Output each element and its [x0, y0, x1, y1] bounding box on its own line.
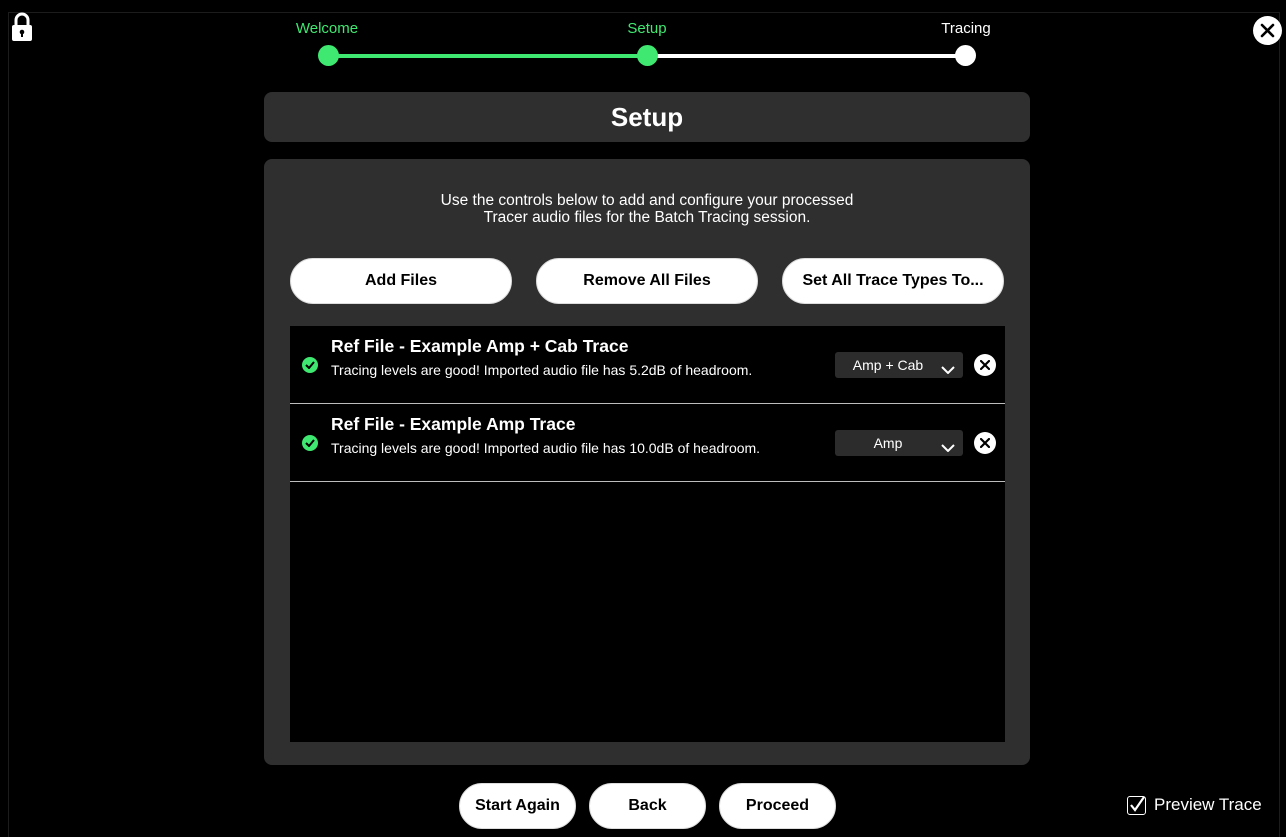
lock-icon[interactable]: [11, 12, 33, 42]
step-dot-tracing[interactable]: [955, 45, 976, 66]
add-files-button[interactable]: Add Files: [290, 258, 512, 304]
set-all-trace-types-button[interactable]: Set All Trace Types To...: [782, 258, 1004, 304]
close-window-button[interactable]: [1253, 16, 1282, 45]
file-row: Ref File - Example Amp + Cab Trace Traci…: [290, 326, 1005, 404]
setup-panel: Use the controls below to add and config…: [264, 159, 1030, 765]
step-label-welcome: Welcome: [295, 20, 359, 37]
start-again-button[interactable]: Start Again: [459, 783, 576, 829]
remove-all-files-button[interactable]: Remove All Files: [536, 258, 758, 304]
check-circle-icon: [302, 357, 318, 373]
back-button[interactable]: Back: [589, 783, 706, 829]
remove-file-button[interactable]: [974, 432, 996, 454]
remove-file-button[interactable]: [974, 354, 996, 376]
stepper-line-remaining: [648, 54, 966, 58]
instructions-line-2: Tracer audio files for the Batch Tracing…: [483, 209, 811, 226]
step-dot-setup[interactable]: [637, 45, 658, 66]
chevron-down-icon: [941, 361, 955, 379]
file-status: Tracing levels are good! Imported audio …: [331, 440, 761, 456]
instructions: Use the controls below to add and config…: [264, 192, 1030, 226]
page-title-bar: Setup: [264, 92, 1030, 142]
proceed-button[interactable]: Proceed: [719, 783, 836, 829]
trace-type-value: Amp: [873, 435, 903, 451]
step-label-setup: Setup: [627, 20, 667, 37]
file-list: Ref File - Example Amp + Cab Trace Traci…: [290, 326, 1005, 742]
checkbox-icon[interactable]: [1127, 795, 1146, 815]
preview-trace-label: Preview Trace: [1154, 795, 1262, 814]
chevron-down-icon: [941, 439, 955, 457]
page-title: Setup: [610, 101, 684, 132]
file-row: Ref File - Example Amp Trace Tracing lev…: [290, 404, 1005, 482]
stepper-line-completed: [328, 54, 648, 58]
trace-type-dropdown[interactable]: Amp: [835, 430, 963, 456]
file-name: Ref File - Example Amp Trace: [331, 414, 576, 434]
instructions-line-1: Use the controls below to add and config…: [440, 192, 854, 209]
step-label-tracing: Tracing: [941, 20, 991, 37]
trace-type-value: Amp + Cab: [852, 357, 924, 373]
preview-trace-toggle[interactable]: Preview Trace: [1127, 795, 1262, 815]
file-status: Tracing levels are good! Imported audio …: [331, 362, 753, 378]
trace-type-dropdown[interactable]: Amp + Cab: [835, 352, 963, 378]
file-name: Ref File - Example Amp + Cab Trace: [331, 336, 629, 356]
step-dot-welcome[interactable]: [318, 45, 339, 66]
check-circle-icon: [302, 435, 318, 451]
